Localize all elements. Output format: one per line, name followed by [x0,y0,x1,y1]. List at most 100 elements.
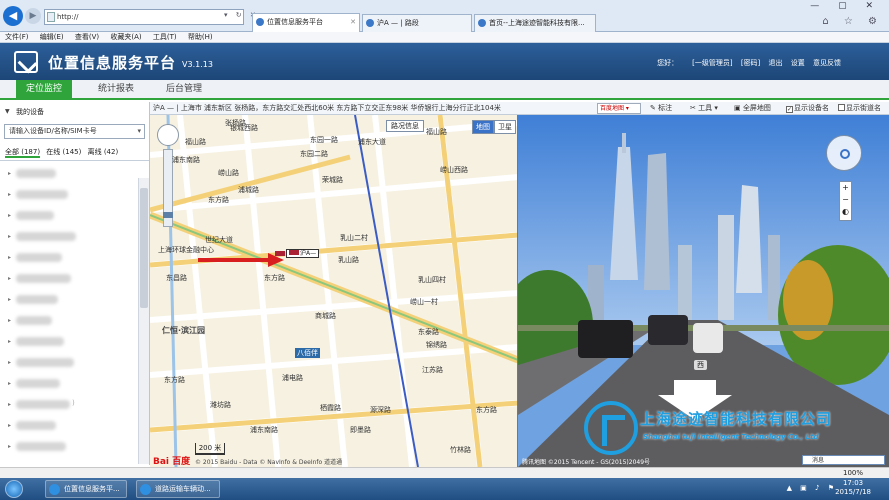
redacted-name [16,232,76,241]
expand-icon[interactable]: ▸ [8,275,11,282]
list-item[interactable]: ▸ [0,416,138,437]
map-toolbar: 沪A — | 上海市 浦东新区 张杨路，东方路交汇处西北60米 东方路下立交正东… [150,102,889,115]
expand-icon[interactable]: ▸ [8,254,11,261]
street-view-panel[interactable]: + − ◐ 西 上海途迹智能科技有限公司 Shanghai tuji Intelli… [518,115,889,467]
map-label: 即墨路 [350,426,371,434]
list-item[interactable]: ▸ [0,353,138,374]
menu-edit[interactable]: 编辑(E) [40,33,64,41]
street-view-zoom[interactable]: + − ◐ [839,181,852,221]
baidu-map[interactable]: 路况信息 地图 卫星 张杨路 银城西路 浦东南路 东园一路 东园二路 崂山路 福山… [150,115,518,467]
menu-favorites[interactable]: 收藏夹(A) [110,33,141,41]
tab-monitoring[interactable]: 定位监控 [16,80,72,100]
taskbar-item-platform[interactable]: 位置信息服务平... [45,480,127,498]
sidebar-title[interactable]: 我的设备 [0,102,149,122]
menu-view[interactable]: 查看(V) [75,33,99,41]
expand-icon[interactable]: ▸ [8,317,11,324]
list-item[interactable]: ▸ [0,290,138,311]
show-device-name-checkbox[interactable]: ✓ 显示设备名 [786,102,829,114]
device-search-input[interactable]: 请输入设备ID/名称/SIM卡号 ▾ [4,124,145,139]
redacted-name [16,295,58,304]
list-item[interactable]: ▸ [0,269,138,290]
taskbar-item-transport[interactable]: 道路运输车辆动... [136,480,220,498]
browser-tab-route[interactable]: 沪A — | 路段 [362,14,472,32]
checkbox-unchecked[interactable] [838,104,845,111]
expand-icon[interactable]: ▸ [8,191,11,198]
feedback-link[interactable]: 意见反馈 [813,59,841,67]
map-type-map[interactable]: 地图 [472,120,494,134]
map-label: 乳山路 [338,256,359,264]
list-item[interactable]: ▸ [0,227,138,248]
clock-date: 2015/7/18 [835,488,871,496]
settings-link[interactable]: 设置 [791,59,805,67]
map-label: 东方路 [164,376,185,384]
map-provider-select[interactable]: 百度地图 ▾ [597,103,641,114]
back-button[interactable]: ◀ [3,6,23,26]
list-item[interactable]: ▸ [0,374,138,395]
expand-icon[interactable]: ▸ [8,401,11,408]
list-item[interactable]: ▸ [0,206,138,227]
list-item[interactable]: ▸ [0,164,138,185]
menu-file[interactable]: 文件(F) [5,33,29,41]
browser-tab-platform[interactable]: 位置信息服务平台 ✕ [252,13,360,33]
scrollbar-thumb[interactable] [140,188,148,308]
map-label: 东方路 [264,274,285,282]
forward-button[interactable]: ▶ [25,8,41,24]
map-label: 崂山路 [218,169,239,177]
company-watermark: 上海途迹智能科技有限公司 [640,410,833,428]
expand-icon[interactable]: ▸ [8,422,11,429]
map-label: 崂山一村 [410,298,438,306]
filter-all[interactable]: 全部 (187) [5,148,41,158]
expand-icon[interactable]: ▸ [8,338,11,345]
tools-button[interactable]: ✂ 工具 ▾ [690,102,718,114]
list-item[interactable]: ▸ [0,332,138,353]
map-scale: 200 米 [195,443,225,455]
browser-tab-home[interactable]: 首页--上海途迹智能科技有限... [474,14,596,32]
window-controls[interactable]: — ▢ ✕ [810,1,881,11]
baidu-logo: Bai 百度 [153,457,191,467]
tab-admin[interactable]: 后台管理 [154,80,214,100]
traffic-info-button[interactable]: 路况信息 [386,120,424,132]
list-item[interactable]: ▸ [0,437,138,458]
expand-icon[interactable]: ▸ [8,296,11,303]
list-item[interactable]: ▸ [0,311,138,332]
expand-icon[interactable]: ▸ [8,380,11,387]
message-button[interactable]: 消息 [802,455,885,465]
list-item[interactable]: ▸ [0,248,138,269]
mark-button[interactable]: ✎ 标注 [650,102,672,114]
password-link[interactable]: [密码] [741,59,760,67]
expand-icon[interactable]: ▸ [8,443,11,450]
map-pan-control[interactable] [157,124,179,146]
filter-offline[interactable]: 离线 (42) [88,148,119,156]
list-item[interactable]: ▸) [0,395,138,416]
list-item[interactable]: ▸ [0,185,138,206]
menu-help[interactable]: 帮助(H) [188,33,213,41]
expand-icon[interactable]: ▸ [8,359,11,366]
address-bar[interactable]: http:// [44,9,244,25]
vehicle-label[interactable]: 沪A— [286,249,320,258]
checkbox-checked[interactable]: ✓ [786,106,793,113]
clock[interactable]: 17:03 2015/7/18 [835,479,871,497]
system-tray[interactable]: ▲ ▣ ♪ ⚑ [787,484,837,492]
current-address: 沪A — | 上海市 浦东新区 张杨路，东方路交汇处西北60米 东方路下立交正东… [153,104,501,112]
close-icon[interactable]: ✕ [350,14,356,30]
favorites-icons[interactable]: ⌂ ☆ ⚙ [822,16,883,27]
greeting: 您好： [657,59,679,67]
show-street-name-checkbox[interactable]: 显示街道名 [838,102,881,114]
chevron-down-icon[interactable]: ▾ [137,125,141,138]
map-type-satellite[interactable]: 卫星 [494,120,516,134]
zoom-level[interactable]: 100% [843,468,863,478]
fullscreen-button[interactable]: ▣ 全屏地图 [734,102,771,114]
expand-icon[interactable]: ▸ [8,170,11,177]
filter-online[interactable]: 在线 (145) [46,148,81,156]
menu-tools[interactable]: 工具(T) [153,33,177,41]
sidebar-scrollbar[interactable] [138,178,149,464]
zoom-knob[interactable] [163,212,173,218]
tab-reports[interactable]: 统计报表 [88,80,144,100]
expand-icon[interactable]: ▸ [8,212,11,219]
street-view-compass[interactable] [826,135,862,171]
browser-tab-label: 位置信息服务平台 [267,18,323,26]
device-filters: 全部 (187) 在线 (145) 离线 (42) [0,145,149,161]
logout-link[interactable]: 退出 [769,59,783,67]
start-button[interactable] [5,480,23,498]
expand-icon[interactable]: ▸ [8,233,11,240]
